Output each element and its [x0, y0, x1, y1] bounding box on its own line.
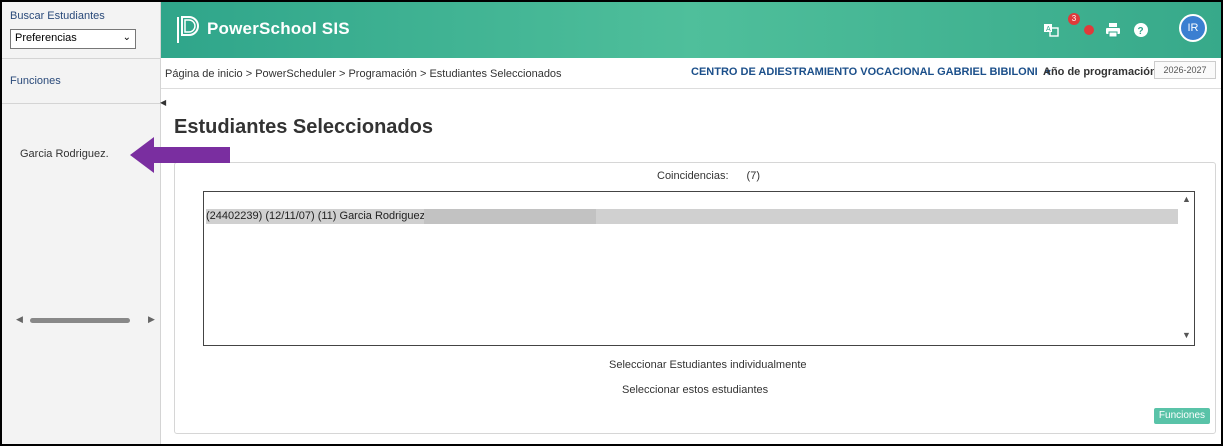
school-name: CENTRO DE ADIESTRAMIENTO VOCACIONAL GABR… [691, 66, 1038, 78]
student-search-section: Buscar Estudiantes Preferencias ⌄ [2, 2, 160, 56]
notification-icon[interactable] [1081, 22, 1097, 38]
students-listbox[interactable]: (24402239) (12/11/07) (11) Garcia Rodrig… [203, 191, 1195, 346]
school-selector[interactable]: CENTRO DE ADIESTRAMIENTO VOCACIONAL GABR… [691, 66, 1053, 78]
select-individually-link[interactable]: Seleccionar Estudiantes individualmente [609, 359, 807, 371]
matches-summary: Coincidencias: (7) [657, 170, 760, 182]
select-these-link[interactable]: Seleccionar estos estudiantes [622, 384, 768, 396]
preferences-select[interactable]: Preferencias ⌄ [10, 29, 136, 49]
collapse-sidebar-icon[interactable]: ◀ [160, 98, 166, 110]
scroll-right-icon[interactable]: ▶ [148, 314, 155, 325]
listbox-scrollbar[interactable]: ▲ ▼ [1180, 192, 1194, 345]
scrollbar-thumb[interactable] [30, 318, 130, 323]
scroll-up-icon[interactable]: ▲ [1182, 194, 1191, 204]
left-sidebar: Buscar Estudiantes Preferencias ⌄ Funcio… [2, 2, 161, 444]
search-students-label: Buscar Estudiantes [10, 10, 105, 22]
translate-icon[interactable]: A [1043, 22, 1059, 38]
top-header: PowerSchool SIS A 3 ? IR [161, 2, 1221, 58]
selection-panel: Coincidencias: (7) (24402239) (12/11/07) … [174, 162, 1216, 434]
functions-button[interactable]: Funciones [1154, 408, 1210, 424]
annotation-arrow-icon [130, 137, 230, 173]
svg-text:A: A [1046, 26, 1051, 33]
header-actions: A 3 ? IR [1041, 2, 1221, 58]
sidebar-scrollbar[interactable]: ◀ ▶ [16, 314, 156, 328]
redacted-area [424, 209, 596, 224]
matches-label: Coincidencias: [657, 170, 729, 182]
matches-count: (7) [746, 170, 760, 182]
scroll-down-icon[interactable]: ▼ [1182, 330, 1191, 340]
selected-student-link[interactable]: Garcia Rodriguez. [20, 148, 109, 160]
svg-text:?: ? [1138, 26, 1144, 37]
notification-badge: 3 [1068, 13, 1080, 25]
term-value[interactable]: 2026-2027 [1154, 61, 1216, 79]
sidebar-functions[interactable]: Funciones [2, 58, 160, 104]
scroll-left-icon[interactable]: ◀ [16, 314, 23, 325]
app-window: Buscar Estudiantes Preferencias ⌄ Funcio… [0, 0, 1223, 446]
sidebar-functions-label: Funciones [10, 75, 61, 87]
user-avatar[interactable]: IR [1179, 14, 1207, 42]
print-icon[interactable] [1105, 22, 1121, 38]
list-item-text: (24402239) (12/11/07) (11) Garcia Rodrig… [206, 210, 429, 222]
breadcrumb-bar: Página de inicio > PowerScheduler > Prog… [161, 58, 1221, 89]
chevron-down-icon: ⌄ [122, 32, 131, 43]
help-icon[interactable]: ? [1133, 22, 1149, 38]
powerschool-logo-icon [177, 16, 199, 43]
breadcrumb[interactable]: Página de inicio > PowerScheduler > Prog… [165, 68, 562, 80]
term-label: Año de programación: [1043, 66, 1161, 78]
preferences-select-value: Preferencias [15, 32, 77, 44]
app-title: PowerSchool SIS [207, 19, 350, 38]
list-item[interactable]: (24402239) (12/11/07) (11) Garcia Rodrig… [206, 209, 1178, 224]
